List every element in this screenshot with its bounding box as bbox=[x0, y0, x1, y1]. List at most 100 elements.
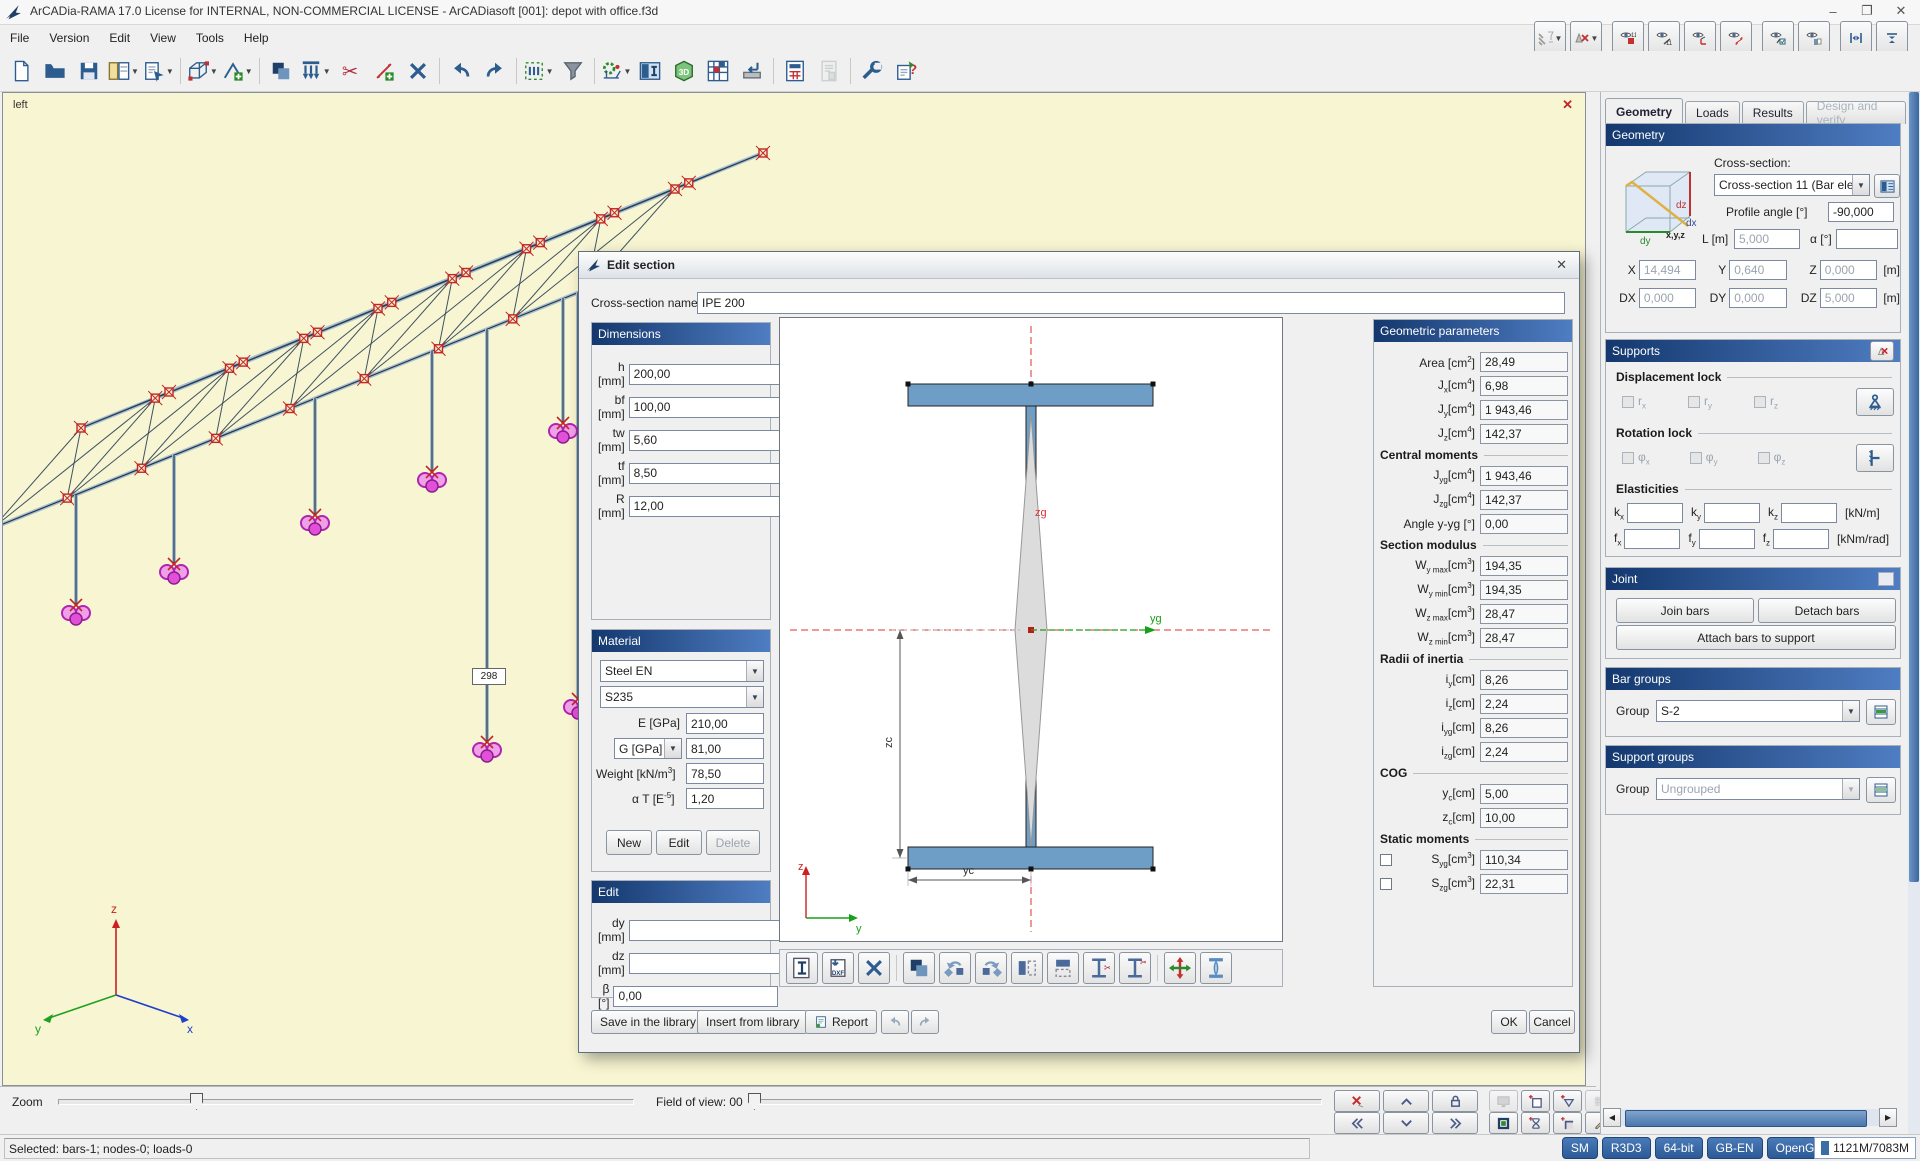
static-moment-checkbox[interactable] bbox=[1380, 878, 1392, 890]
view-3d-button[interactable]: 3D bbox=[668, 54, 700, 88]
add-node-button[interactable]: ▼ bbox=[221, 54, 254, 88]
field-input[interactable] bbox=[629, 463, 794, 484]
zoom-slider-thumb[interactable] bbox=[190, 1093, 203, 1110]
move-element-button[interactable] bbox=[1164, 952, 1196, 984]
status-badge[interactable]: GB-EN bbox=[1707, 1137, 1763, 1159]
trim-web-button[interactable]: ✂ bbox=[1119, 952, 1151, 984]
pan-up-button[interactable] bbox=[1383, 1090, 1429, 1112]
menu-tools[interactable]: Tools bbox=[186, 27, 234, 49]
cross-section-select[interactable]: Cross-section 11 (Bar eleme...▼ bbox=[1714, 174, 1870, 196]
menu-version[interactable]: Version bbox=[39, 27, 99, 49]
field-input[interactable] bbox=[629, 397, 794, 418]
save-in-library-button[interactable]: Save in the library bbox=[591, 1010, 705, 1034]
menu-edit[interactable]: Edit bbox=[99, 27, 140, 49]
show-axes-button[interactable] bbox=[1684, 21, 1716, 55]
support-group-table-button[interactable] bbox=[1866, 777, 1896, 803]
pan-down-button[interactable] bbox=[1383, 1112, 1429, 1134]
filter-button[interactable] bbox=[557, 54, 589, 88]
pinned-support-button[interactable] bbox=[1856, 388, 1894, 416]
elasticity-input[interactable] bbox=[1781, 503, 1837, 523]
cut-bar-button[interactable]: ✂ bbox=[334, 54, 366, 88]
save-button[interactable] bbox=[73, 54, 105, 88]
material-edit-button[interactable]: Edit bbox=[656, 830, 702, 855]
bar-group-select[interactable]: S-2▼ bbox=[1656, 700, 1860, 722]
display-style-button[interactable]: ▼ bbox=[1534, 21, 1566, 55]
tab-loads[interactable]: Loads bbox=[1685, 101, 1740, 124]
add-bar-button[interactable] bbox=[368, 54, 400, 88]
open-project-button[interactable] bbox=[39, 54, 71, 88]
field-input[interactable] bbox=[629, 496, 794, 517]
fixed-support-button[interactable] bbox=[1856, 444, 1894, 472]
panel-v-scrollbar[interactable] bbox=[1908, 92, 1920, 1134]
rotate-left-button[interactable] bbox=[939, 952, 971, 984]
align-bottom-button[interactable] bbox=[1047, 952, 1079, 984]
add-time-button[interactable] bbox=[1521, 1112, 1550, 1134]
ok-button[interactable]: OK bbox=[1491, 1010, 1527, 1034]
menu-file[interactable]: File bbox=[0, 27, 39, 49]
g-modulus-select[interactable]: G [GPa]▼ bbox=[614, 738, 682, 759]
undo-button[interactable] bbox=[445, 54, 477, 88]
show-bars-button[interactable]: 11 bbox=[1648, 21, 1680, 55]
new-document-button[interactable] bbox=[5, 54, 37, 88]
pan-right-button[interactable] bbox=[1432, 1112, 1478, 1134]
v-scrollbar-thumb[interactable] bbox=[1909, 92, 1919, 882]
menu-help[interactable]: Help bbox=[234, 27, 279, 49]
fit-view-button[interactable] bbox=[1489, 1112, 1518, 1134]
zoom-slider[interactable] bbox=[58, 1099, 634, 1105]
help-doc-button[interactable]: ? bbox=[890, 54, 922, 88]
field-input[interactable] bbox=[629, 920, 794, 941]
join-bars-button[interactable]: Join bars bbox=[1616, 598, 1754, 623]
collapse-panels-button[interactable] bbox=[1840, 21, 1872, 55]
fov-slider[interactable] bbox=[752, 1099, 1322, 1105]
elasticity-input[interactable] bbox=[1627, 503, 1683, 523]
split-view-button[interactable] bbox=[1876, 21, 1908, 55]
add-corner-button[interactable] bbox=[1553, 1112, 1582, 1134]
status-badge[interactable]: SM bbox=[1562, 1137, 1598, 1159]
frame-3d-button[interactable]: ▼ bbox=[186, 54, 219, 88]
weight-input[interactable] bbox=[686, 763, 764, 784]
dialog-close-icon[interactable]: ✕ bbox=[1550, 257, 1573, 273]
insert-section-button[interactable] bbox=[786, 952, 818, 984]
material-grade-select[interactable]: S235▼ bbox=[600, 686, 764, 708]
beam-view-button[interactable] bbox=[1200, 952, 1232, 984]
maximize-button[interactable]: ❐ bbox=[1850, 1, 1884, 21]
elasticity-input[interactable] bbox=[1773, 529, 1829, 549]
alpha-input[interactable] bbox=[1836, 229, 1898, 249]
cross-section-name-input[interactable] bbox=[697, 292, 1565, 314]
lock-view-button[interactable] bbox=[1432, 1090, 1478, 1112]
duplicate-bars-button[interactable] bbox=[265, 54, 297, 88]
tab-results[interactable]: Results bbox=[1742, 101, 1804, 124]
e-modulus-input[interactable] bbox=[686, 713, 764, 734]
import-dxf-button[interactable]: DXF bbox=[822, 952, 854, 984]
view-pin-icon[interactable]: ✕ bbox=[1562, 97, 1573, 113]
menu-view[interactable]: View bbox=[140, 27, 186, 49]
delete-support-button[interactable] bbox=[1870, 341, 1894, 361]
cancel-button[interactable]: Cancel bbox=[1529, 1010, 1575, 1034]
field-input[interactable] bbox=[629, 953, 794, 974]
loads-button[interactable]: ▼ bbox=[299, 54, 332, 88]
hide-objects-button[interactable]: ▼ bbox=[1570, 21, 1602, 55]
rotate-right-button[interactable] bbox=[975, 952, 1007, 984]
show-bar-marks-button[interactable] bbox=[1762, 21, 1794, 55]
show-grid-box-button[interactable] bbox=[1798, 21, 1830, 55]
status-badge[interactable]: 64-bit bbox=[1655, 1137, 1703, 1159]
fov-slider-thumb[interactable] bbox=[748, 1093, 761, 1110]
delete-button[interactable] bbox=[402, 54, 434, 88]
settings-wrench-button[interactable] bbox=[856, 54, 888, 88]
report-button[interactable]: Report bbox=[805, 1010, 877, 1034]
static-moment-checkbox[interactable] bbox=[1380, 854, 1392, 866]
project-windows-button[interactable]: ▼ bbox=[107, 54, 140, 88]
add-rect-button[interactable] bbox=[1521, 1090, 1550, 1112]
minimize-button[interactable]: – bbox=[1816, 1, 1850, 21]
scroll-left-arrow[interactable]: ◂ bbox=[1603, 1108, 1621, 1127]
copy-drawing-button[interactable]: ▼ bbox=[142, 54, 175, 88]
delete-view-button[interactable] bbox=[1334, 1090, 1380, 1112]
duplicate-element-button[interactable] bbox=[903, 952, 935, 984]
bar-group-table-button[interactable] bbox=[1866, 699, 1896, 725]
profile-angle-input[interactable] bbox=[1828, 202, 1894, 222]
align-left-button[interactable] bbox=[1011, 952, 1043, 984]
ground-supports-button[interactable] bbox=[736, 54, 768, 88]
selection-mode-button[interactable]: ▼ bbox=[522, 54, 555, 88]
field-input[interactable] bbox=[629, 430, 794, 451]
calculator-button[interactable] bbox=[779, 54, 811, 88]
